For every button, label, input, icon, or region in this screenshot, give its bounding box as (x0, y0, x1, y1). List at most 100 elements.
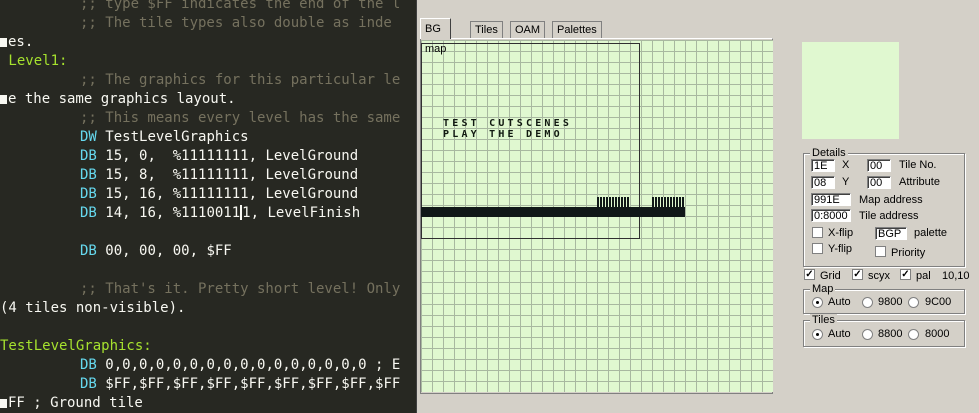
code-line[interactable]: ;; The graphics for this particular le (0, 71, 400, 90)
tab-bg-map[interactable]: BG map (420, 18, 452, 55)
map-9800-label: 9800 (878, 296, 903, 308)
tile-no-field[interactable]: 00 (867, 159, 891, 172)
map-9c00-label: 9C00 (925, 296, 952, 308)
code-comment: ;; The graphics for this particular le (80, 72, 401, 88)
code-line[interactable]: FF ; Ground tile (0, 394, 143, 413)
coords-readout: 10,10 (942, 270, 970, 282)
code-line[interactable]: TestLevelGraphics: (0, 337, 152, 356)
ground-tile-top (652, 197, 685, 207)
tiles-8800-radio[interactable] (862, 329, 873, 340)
scyx-checkbox[interactable]: ✓ (852, 269, 863, 280)
tile-preview (802, 42, 899, 139)
code-line[interactable]: (4 tiles non-visible). (0, 299, 185, 318)
tiles-8000-radio[interactable] (908, 329, 919, 340)
code-line[interactable]: Level1: (0, 52, 67, 71)
map-auto-radio[interactable] (812, 297, 823, 308)
code-line[interactable]: DB 15, 16, %11111111, LevelGround (0, 185, 358, 204)
x-field[interactable]: 1E (811, 159, 835, 172)
tiles-auto-label: Auto (828, 328, 851, 340)
tiles-group: Tiles Auto 8800 8000 (803, 314, 965, 347)
code-keyword: DB (80, 148, 106, 164)
code-text: es. (8, 34, 34, 50)
code-line[interactable]: DB 14, 16, %1110011 1, LevelFinish (0, 204, 360, 223)
code-text: 15, 0, %11111111, LevelGround (105, 148, 359, 164)
code-line[interactable]: ;; That's it. Pretty short level! Only (0, 280, 400, 299)
palette-field[interactable]: BGP (875, 227, 907, 240)
map-group: Map Auto 9800 9C00 (803, 283, 965, 314)
tile-address-field[interactable]: 0:8000 (811, 209, 851, 222)
code-line[interactable]: DB 00, 00, 00, $FF (0, 242, 232, 261)
code-keyword: DB (80, 186, 106, 202)
map-address-label: Map address (859, 194, 923, 206)
code-comment: ;; type $FF indicates the end of the l (80, 0, 401, 12)
code-editor[interactable]: ;; type $FF indicates the end of the l;;… (0, 0, 416, 413)
code-comment: ;; That's it. Pretty short level! Only (80, 281, 401, 297)
code-line[interactable]: es. (0, 33, 33, 52)
code-line[interactable]: DB 0,0,0,0,0,0,0,0,0,0,0,0,0,0,0,0 ; E (0, 356, 400, 375)
yflip-checkbox[interactable] (812, 243, 823, 254)
tiles-group-label: Tiles (810, 314, 837, 326)
tiles-auto-radio[interactable] (812, 329, 823, 340)
scyx-label: scyx (868, 270, 890, 282)
code-keyword: DB (80, 376, 106, 392)
code-line[interactable]: e the same graphics layout. (0, 90, 236, 109)
y-label: Y (842, 176, 850, 188)
grid-checkbox[interactable]: ✓ (804, 269, 815, 280)
code-text: 0,0,0,0,0,0,0,0,0,0,0,0,0,0,0,0 ; E (105, 357, 401, 373)
map-9800-radio[interactable] (862, 297, 873, 308)
map-text-line: TEST CUTSCENES (443, 118, 573, 129)
code-text: 1, LevelFinish (242, 205, 361, 221)
grid-label: Grid (820, 270, 841, 282)
code-comment: ;; The tile types also double as inde (80, 15, 392, 31)
ground-strip (421, 207, 685, 217)
code-keyword: DB (80, 357, 106, 373)
pal-checkbox[interactable]: ✓ (900, 269, 911, 280)
priority-label: Priority (891, 247, 926, 259)
code-text: FF ; Ground tile (8, 395, 143, 411)
y-field[interactable]: 08 (811, 176, 835, 189)
code-line[interactable]: DB 15, 8, %11111111, LevelGround (0, 166, 358, 185)
pal-label: pal (916, 270, 931, 282)
tiles-8000-label: 8000 (925, 328, 950, 340)
tile-address-label: Tile address (859, 210, 919, 222)
code-line[interactable]: DB 15, 0, %11111111, LevelGround (0, 147, 358, 166)
priority-checkbox[interactable] (875, 246, 886, 257)
code-text: 15, 8, %11111111, LevelGround (105, 167, 359, 183)
xflip-label: X-flip (828, 227, 854, 239)
code-line[interactable]: ;; This means every level has the same (0, 109, 400, 128)
details-group: Details 1E X 00 Tile No. 08 Y 00 Attribu… (803, 147, 965, 267)
tile-no-label: Tile No. (899, 159, 937, 171)
code-keyword: DB (80, 205, 106, 221)
code-text: 15, 16, %11111111, LevelGround (105, 186, 359, 202)
wrap-indicator-icon (0, 399, 7, 408)
details-group-label: Details (810, 147, 848, 159)
code-line[interactable]: DB $FF,$FF,$FF,$FF,$FF,$FF,$FF,$FF,$FF (0, 375, 400, 394)
code-line[interactable]: DW TestLevelGraphics (0, 128, 249, 147)
map-9c00-radio[interactable] (908, 297, 919, 308)
palette-label: palette (914, 227, 948, 239)
vram-viewer-window: BG map Tiles OAM Palettes TEST CUTSCENES… (416, 0, 979, 413)
code-line[interactable]: ;; The tile types also double as inde (0, 14, 392, 33)
code-comment: ;; This means every level has the same (80, 110, 401, 126)
map-text-line: PLAY THE DEMO (443, 129, 563, 140)
code-text: (4 tiles non-visible). (0, 300, 186, 316)
code-text: e the same graphics layout. (8, 91, 236, 107)
tab-oam[interactable]: OAM (510, 21, 546, 38)
x-label: X (842, 159, 850, 171)
map-group-label: Map (810, 283, 836, 295)
bg-map-panel: TEST CUTSCENES PLAY THE DEMO (420, 38, 773, 394)
map-address-field[interactable]: 991E (811, 193, 851, 206)
code-keyword: DB (80, 167, 106, 183)
tab-tiles[interactable]: Tiles (470, 21, 503, 38)
attribute-field[interactable]: 00 (867, 176, 891, 189)
code-text: 00, 00, 00, $FF (105, 243, 232, 259)
code-line[interactable]: ;; type $FF indicates the end of the l (0, 0, 400, 14)
bg-map-canvas[interactable]: TEST CUTSCENES PLAY THE DEMO (421, 40, 773, 392)
code-text: TestLevelGraphics (105, 129, 249, 145)
xflip-checkbox[interactable] (812, 227, 823, 238)
wrap-indicator-icon (0, 38, 7, 47)
tab-palettes[interactable]: Palettes (552, 21, 602, 38)
attribute-label: Attribute (899, 176, 940, 188)
code-text: $FF,$FF,$FF,$FF,$FF,$FF,$FF,$FF,$FF (105, 376, 401, 392)
ground-tile-top (597, 197, 630, 207)
